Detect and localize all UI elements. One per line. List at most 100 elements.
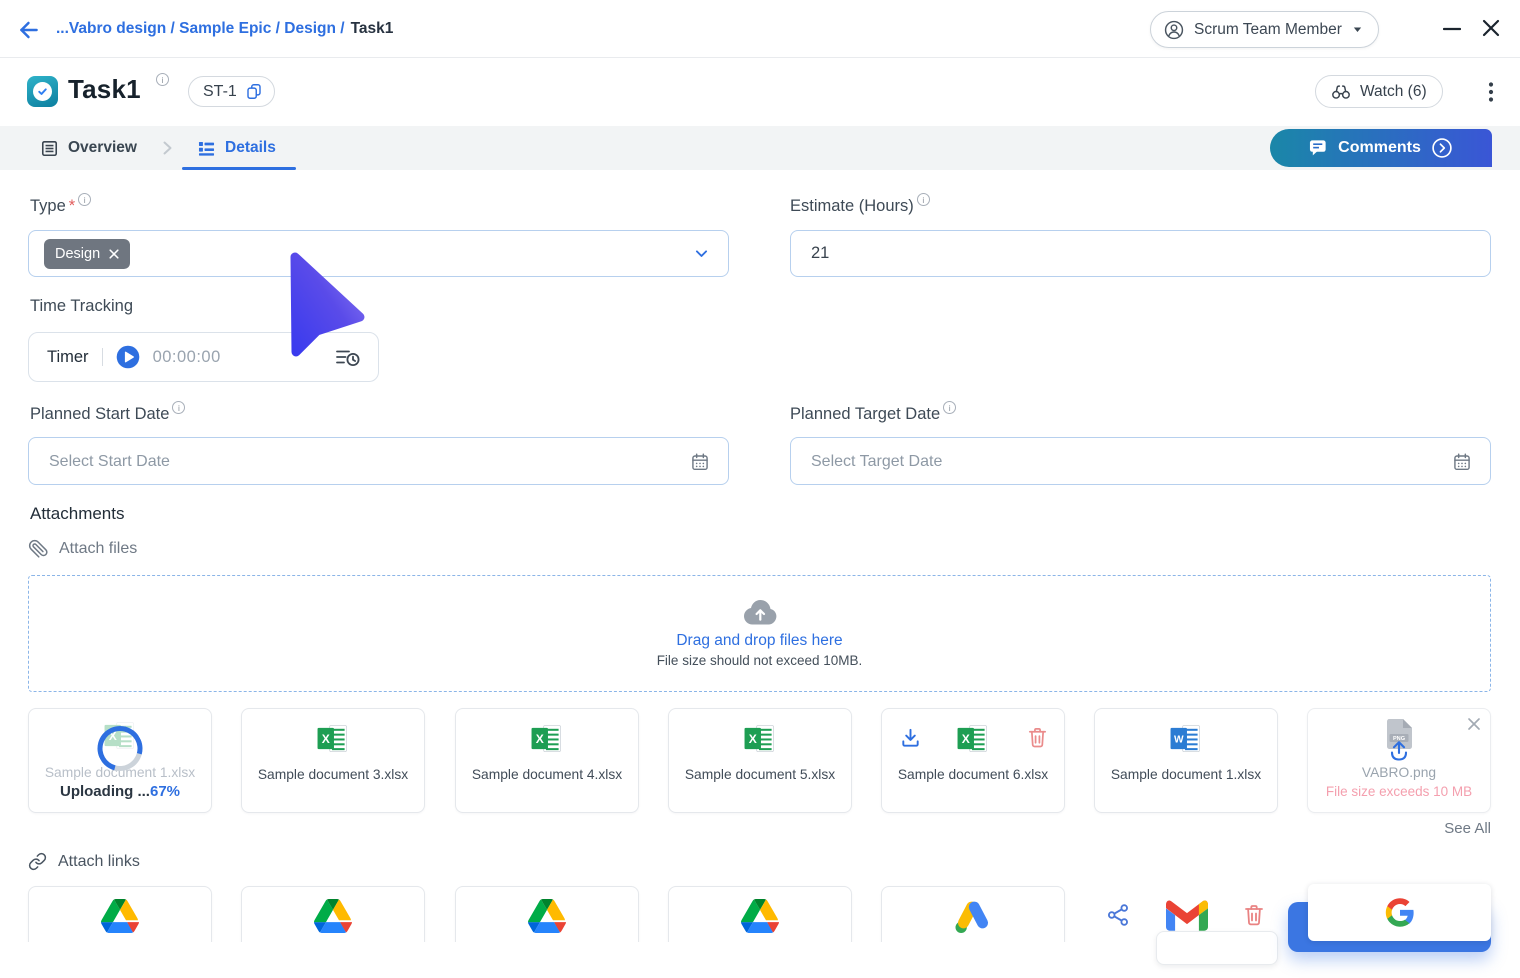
file-card-with-actions[interactable]: Sample document 6.xlsx: [881, 708, 1065, 813]
file-name: Sample document 3.xlsx: [246, 767, 420, 782]
timer-value: 00:00:00: [153, 348, 221, 367]
type-chip-label: Design: [55, 246, 100, 262]
top-bar: ...Vabro design / Sample Epic / Design /…: [0, 0, 1520, 58]
cloud-upload-icon: [743, 600, 777, 625]
planned-start-info-icon[interactable]: i: [172, 401, 185, 414]
active-tab-underline: [182, 167, 296, 170]
link-card-google[interactable]: [1308, 884, 1491, 941]
dropzone-subtitle: File size should not exceed 10MB.: [657, 653, 863, 668]
paperclip-icon: [28, 539, 48, 559]
breadcrumb-link[interactable]: ...Vabro design / Sample Epic / Design /: [56, 20, 345, 38]
upload-progress: 67%: [150, 783, 180, 800]
chip-remove-icon[interactable]: [109, 249, 119, 259]
back-icon[interactable]: [16, 17, 42, 43]
upload-status: Uploading ...67%: [29, 783, 211, 800]
comments-button-label: Comments: [1338, 139, 1421, 157]
google-drive-icon: [528, 899, 566, 933]
file-card[interactable]: Sample document 1.xlsx: [1094, 708, 1278, 813]
details-tab-icon: [197, 139, 216, 158]
task-type-icon: [27, 76, 58, 107]
user-menu[interactable]: Scrum Team Member: [1150, 11, 1379, 48]
delete-icon[interactable]: [1242, 902, 1266, 928]
estimate-input[interactable]: [791, 231, 1490, 276]
calendar-icon[interactable]: [690, 452, 710, 472]
google-drive-icon: [741, 899, 779, 933]
tab-details[interactable]: Details: [197, 126, 276, 170]
time-tracking-label: Time Tracking: [30, 297, 133, 316]
play-icon[interactable]: [116, 345, 140, 369]
remove-file-icon[interactable]: [1467, 717, 1481, 731]
see-all-link[interactable]: See All: [1444, 820, 1491, 837]
calendar-icon[interactable]: [1452, 452, 1472, 472]
estimate-info-icon[interactable]: i: [917, 193, 930, 206]
file-card[interactable]: Sample document 5.xlsx: [668, 708, 852, 813]
link-card-google-drive[interactable]: [28, 886, 212, 942]
tab-separator-chevron-icon: [159, 139, 175, 157]
task-id-label: ST-1: [203, 83, 237, 101]
type-select[interactable]: Design: [28, 230, 729, 277]
type-label: Type: [30, 197, 66, 216]
comments-icon: [1309, 139, 1328, 157]
file-name: Sample document 6.xlsx: [886, 767, 1060, 782]
excel-file-icon: [745, 724, 776, 753]
dropzone-title: Drag and drop files here: [676, 632, 842, 650]
attach-files-label: Attach files: [59, 540, 137, 558]
more-options-icon[interactable]: [1483, 80, 1499, 104]
file-card-uploading[interactable]: Sample document 1.xlsx Uploading ...67%: [28, 708, 212, 813]
gmail-icon[interactable]: [1166, 899, 1208, 931]
overview-tab-icon: [40, 139, 59, 158]
file-card[interactable]: Sample document 4.xlsx: [455, 708, 639, 813]
excel-file-icon: [532, 724, 563, 753]
select-caret-icon[interactable]: [693, 245, 710, 262]
file-name: Sample document 1.xlsx: [1099, 767, 1273, 782]
timer-divider: [102, 348, 103, 366]
type-info-icon[interactable]: i: [78, 193, 91, 206]
planned-start-input[interactable]: [29, 438, 728, 484]
estimate-label: Estimate (Hours): [790, 197, 914, 216]
tab-overview-label: Overview: [68, 139, 137, 157]
estimate-field-wrap: [790, 230, 1491, 277]
attach-files-button[interactable]: Attach files: [28, 539, 137, 559]
link-card-google-drive[interactable]: [668, 886, 852, 942]
planned-start-field: [28, 437, 729, 485]
link-card-gmail[interactable]: [1156, 931, 1278, 965]
time-log-icon[interactable]: [336, 348, 360, 367]
minimize-icon[interactable]: [1443, 18, 1463, 40]
title-info-icon[interactable]: i: [156, 73, 169, 86]
link-card-gmail-actions: [1094, 899, 1278, 931]
attach-links-button[interactable]: Attach links: [28, 852, 140, 871]
tab-overview[interactable]: Overview: [40, 126, 137, 170]
planned-target-label-row: Planned Target Date i: [790, 405, 956, 424]
user-menu-label: Scrum Team Member: [1194, 21, 1342, 39]
link-card-google-drive[interactable]: [455, 886, 639, 942]
planned-target-field: [790, 437, 1491, 485]
task-id-badge: ST-1: [188, 76, 275, 107]
timer-box: Timer 00:00:00: [28, 332, 379, 382]
file-dropzone[interactable]: Drag and drop files here File size shoul…: [28, 575, 1491, 692]
link-card-google-ads[interactable]: [881, 886, 1065, 942]
planned-start-label-row: Planned Start Date i: [30, 405, 185, 424]
file-card-error[interactable]: PNG VABRO.png File size exceeds 10 MB: [1307, 708, 1491, 813]
planned-target-input[interactable]: [791, 438, 1490, 484]
file-name: Sample document 4.xlsx: [460, 767, 634, 782]
google-drive-icon: [314, 899, 352, 933]
comments-button[interactable]: Comments: [1270, 129, 1492, 167]
link-card-google-drive[interactable]: [241, 886, 425, 942]
binoculars-icon: [1331, 82, 1351, 101]
google-g-icon: [1384, 897, 1415, 928]
file-card[interactable]: Sample document 3.xlsx: [241, 708, 425, 813]
timer-label: Timer: [47, 348, 89, 367]
watch-label: Watch (6): [1360, 83, 1427, 101]
watch-button[interactable]: Watch (6): [1315, 75, 1443, 108]
copy-icon[interactable]: [245, 82, 263, 101]
google-drive-icon: [101, 899, 139, 933]
delete-icon[interactable]: [1026, 725, 1049, 750]
download-icon[interactable]: [899, 726, 922, 750]
close-icon[interactable]: [1482, 19, 1502, 39]
word-file-icon: [1171, 724, 1202, 753]
planned-target-info-icon[interactable]: i: [943, 401, 956, 414]
share-icon[interactable]: [1106, 902, 1131, 928]
file-name: VABRO.png: [1312, 765, 1486, 780]
google-ads-icon: [953, 895, 993, 935]
attachments-heading: Attachments: [30, 504, 125, 524]
